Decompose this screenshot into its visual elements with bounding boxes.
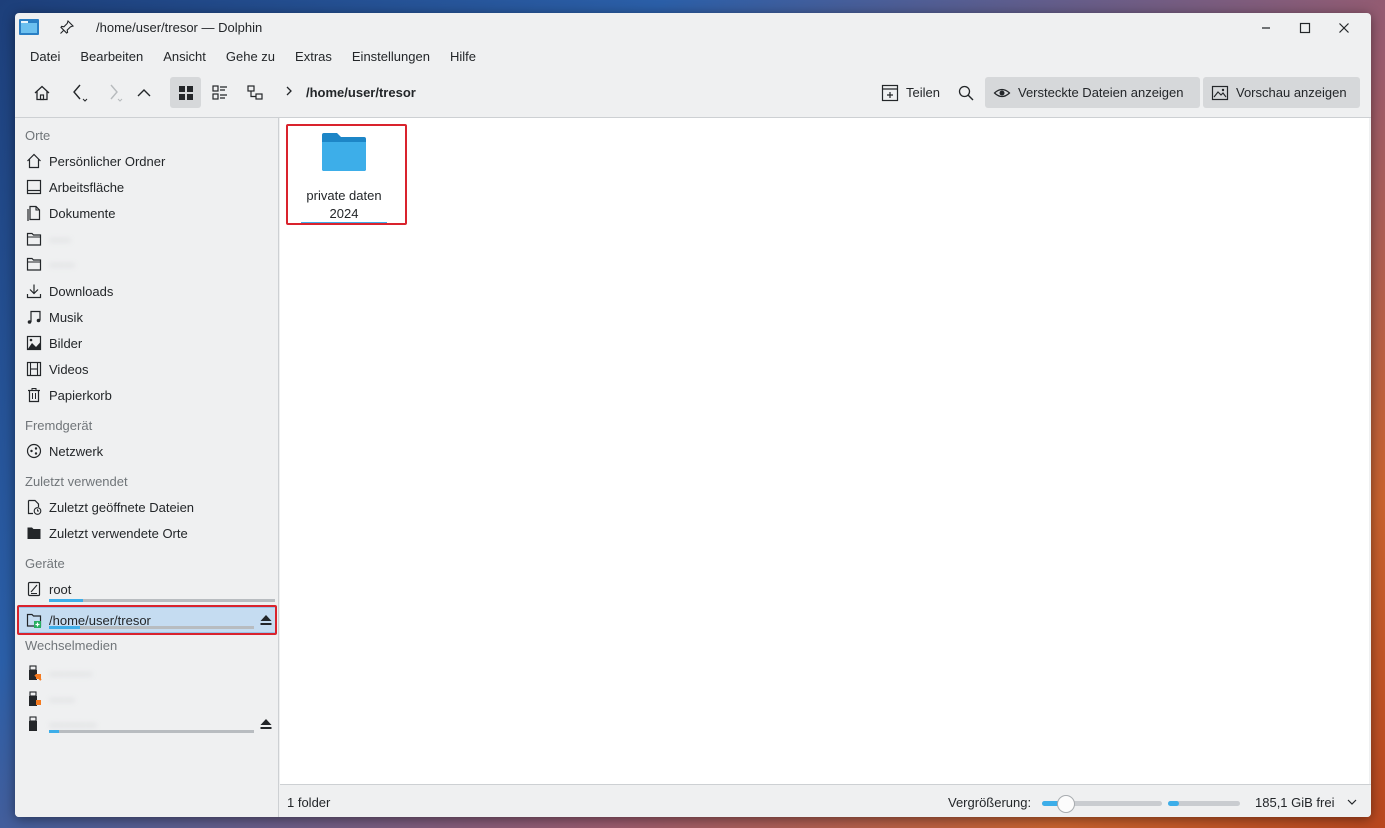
folder-name: private daten 2024 <box>306 188 382 221</box>
forward-button[interactable] <box>99 77 129 108</box>
download-icon <box>25 282 43 300</box>
show-preview-label: Vorschau anzeigen <box>1236 85 1347 100</box>
free-space-bar <box>1168 801 1240 806</box>
image-preview-icon <box>1211 85 1229 100</box>
place-trash[interactable]: Papierkorb <box>25 383 275 407</box>
menu-bearbeiten[interactable]: Bearbeiten <box>70 43 153 71</box>
place-recent-files[interactable]: Zuletzt geöffnete Dateien <box>25 495 275 519</box>
breadcrumb-chevron-icon[interactable] <box>283 84 295 98</box>
menu-bar: Datei Bearbeiten Ansicht Gehe zu Extras … <box>15 43 1371 71</box>
free-space-label[interactable]: 185,1 GiB frei <box>1255 795 1335 810</box>
zoom-slider[interactable] <box>1042 795 1162 813</box>
menu-einstellungen[interactable]: Einstellungen <box>342 43 440 71</box>
place-folder-hidden-2[interactable]: ······ <box>25 252 275 276</box>
menu-hilfe[interactable]: Hilfe <box>440 43 486 71</box>
place-pictures[interactable]: Bilder <box>25 331 275 355</box>
place-documents[interactable]: Dokumente <box>25 201 275 225</box>
dolphin-app-icon[interactable] <box>19 18 39 36</box>
place-music[interactable]: Musik <box>25 305 275 329</box>
breadcrumb-path[interactable]: /home/user/tresor <box>306 85 416 100</box>
menu-gehe-zu[interactable]: Gehe zu <box>216 43 285 71</box>
folder-item-private-daten-2024[interactable]: private daten 2024 <box>288 126 400 223</box>
device-root[interactable]: root <box>25 577 275 601</box>
dolphin-window: /home/user/tresor — Dolphin Datei Bearbe… <box>15 13 1371 817</box>
place-folder-hidden-1[interactable]: ····· <box>25 227 275 251</box>
places-panel: Orte Persönlicher Ordner Arbeitsfläche D… <box>15 118 279 817</box>
removable-3-capacity-bar <box>49 730 254 733</box>
chevron-down-icon[interactable] <box>1346 796 1358 808</box>
pictures-icon <box>25 334 43 352</box>
menu-extras[interactable]: Extras <box>285 43 342 71</box>
place-desktop[interactable]: Arbeitsfläche <box>25 175 275 199</box>
folder-icon <box>25 230 43 248</box>
zoom-slider-handle[interactable] <box>1057 795 1075 813</box>
status-summary: 1 folder <box>287 795 331 810</box>
back-button[interactable] <box>64 77 94 108</box>
share-label: Teilen <box>906 85 940 100</box>
usb-icon <box>25 715 43 733</box>
search-button[interactable] <box>951 77 981 108</box>
section-places: Orte <box>25 128 51 143</box>
documents-icon <box>25 204 43 222</box>
encrypted-folder-icon <box>25 611 43 629</box>
close-button[interactable] <box>1333 18 1355 38</box>
drive-icon <box>25 580 43 598</box>
recent-places-icon <box>25 524 43 542</box>
place-recent-places[interactable]: Zuletzt verwendete Orte <box>25 521 275 545</box>
section-devices: Geräte <box>25 556 65 571</box>
details-view-button[interactable] <box>239 77 270 108</box>
up-button[interactable] <box>129 77 159 108</box>
home-icon <box>25 152 43 170</box>
share-button[interactable]: Teilen <box>873 77 948 108</box>
desktop-icon <box>25 178 43 196</box>
network-icon <box>25 442 43 460</box>
show-preview-button[interactable]: Vorschau anzeigen <box>1203 77 1360 108</box>
tresor-capacity-bar <box>49 626 254 629</box>
file-view[interactable]: private daten 2024 <box>280 118 1369 784</box>
music-icon <box>25 308 43 326</box>
section-removable: Wechselmedien <box>25 638 118 653</box>
show-hidden-files-label: Versteckte Dateien anzeigen <box>1018 85 1184 100</box>
home-button[interactable] <box>27 77 57 108</box>
section-recent: Zuletzt verwendet <box>25 474 128 489</box>
status-bar: 1 folder Vergrößerung: 185,1 GiB frei <box>280 784 1371 817</box>
root-capacity-bar <box>49 599 275 602</box>
folder-name-underline <box>301 222 387 223</box>
video-icon <box>25 360 43 378</box>
usb-icon <box>25 664 43 682</box>
maximize-button[interactable] <box>1294 18 1316 38</box>
place-network[interactable]: Netzwerk <box>25 439 275 463</box>
place-home[interactable]: Persönlicher Ordner <box>25 149 275 173</box>
recent-files-icon <box>25 498 43 516</box>
icons-view-button[interactable] <box>170 77 201 108</box>
eye-icon <box>993 88 1011 97</box>
trash-icon <box>25 386 43 404</box>
minimize-button[interactable] <box>1255 18 1277 38</box>
show-hidden-files-button[interactable]: Versteckte Dateien anzeigen <box>985 77 1200 108</box>
place-videos[interactable]: Videos <box>25 357 275 381</box>
title-bar[interactable]: /home/user/tresor — Dolphin <box>15 13 1371 43</box>
share-icon <box>881 84 899 101</box>
search-icon <box>958 85 974 100</box>
free-space-bar-fill <box>1168 801 1179 806</box>
eject-icon[interactable] <box>259 717 273 731</box>
pin-icon[interactable] <box>59 19 75 35</box>
usb-icon <box>25 690 43 708</box>
menu-ansicht[interactable]: Ansicht <box>153 43 216 71</box>
folder-icon <box>321 132 367 172</box>
folder-icon <box>25 255 43 273</box>
menu-datei[interactable]: Datei <box>20 43 70 71</box>
window-title: /home/user/tresor — Dolphin <box>96 20 263 35</box>
zoom-label: Vergrößerung: <box>948 795 1032 810</box>
place-downloads[interactable]: Downloads <box>25 279 275 303</box>
toolbar: /home/user/tresor Teilen Versteckte Date… <box>15 71 1371 115</box>
compact-view-button[interactable] <box>204 77 235 108</box>
removable-device-2[interactable]: ······ <box>25 687 275 711</box>
removable-device-1[interactable]: ·········· <box>25 661 275 685</box>
main-area: Orte Persönlicher Ordner Arbeitsfläche D… <box>15 117 1371 817</box>
eject-icon[interactable] <box>259 613 273 627</box>
section-remote: Fremdgerät <box>25 418 93 433</box>
